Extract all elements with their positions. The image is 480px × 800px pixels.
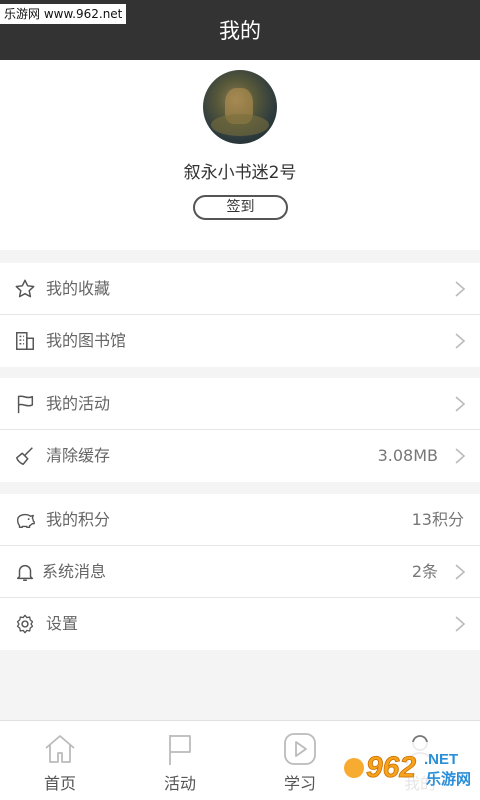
gear-icon: [16, 614, 34, 634]
chevron-right-icon: [455, 616, 466, 632]
profile-section: 叙永小书迷2号 签到: [0, 60, 480, 250]
building-icon: [16, 332, 34, 350]
menu-item-messages[interactable]: 系统消息 2条: [0, 546, 480, 598]
avatar[interactable]: [203, 70, 277, 144]
chevron-right-icon: [455, 564, 466, 580]
logo-suffix: .NET: [424, 751, 458, 768]
home-icon: [45, 735, 75, 763]
broom-icon: [16, 447, 33, 465]
username: 叙永小书迷2号: [183, 163, 297, 183]
menu-item-clear-cache[interactable]: 清除缓存 3.08MB: [0, 430, 480, 482]
bell-icon: [16, 564, 34, 581]
menu-group-1: 我的收藏 我的图书馆: [0, 263, 480, 367]
menu-group-3: 我的积分 13积分 系统消息 2条 设置: [0, 494, 480, 650]
menu-item-settings[interactable]: 设置: [0, 598, 480, 650]
menu-item-library[interactable]: 我的图书馆: [0, 315, 480, 367]
tab-label: 活动: [163, 774, 196, 793]
menu-item-label: 我的收藏: [46, 279, 111, 298]
chevron-right-icon: [455, 333, 466, 349]
flag-icon: [169, 735, 191, 765]
watermark-text: 乐游网 www.962.net: [0, 4, 127, 24]
menu-item-points[interactable]: 我的积分 13积分: [0, 494, 480, 546]
cache-size-value: 3.08MB: [377, 446, 438, 465]
tab-activity[interactable]: 活动: [120, 721, 240, 800]
menu-item-label: 我的活动: [46, 394, 111, 413]
logo-sub: 乐游网: [426, 770, 471, 788]
menu-group-2: 我的活动 清除缓存 3.08MB: [0, 378, 480, 482]
flag-icon: [17, 395, 34, 414]
points-value: 13积分: [411, 510, 464, 529]
logo-number: 962: [366, 751, 416, 784]
menu-item-label: 设置: [46, 614, 79, 633]
messages-count: 2条: [411, 562, 438, 581]
menu-item-favorites[interactable]: 我的收藏: [0, 263, 480, 315]
menu-item-label: 我的积分: [46, 510, 111, 529]
menu-item-label: 我的图书馆: [46, 331, 127, 350]
962-logo-watermark: 962 .NET 乐游网: [340, 742, 476, 794]
top-bar: 我的 乐游网 www.962.net: [0, 0, 480, 60]
signin-button[interactable]: 签到: [193, 195, 288, 220]
chevron-right-icon: [455, 448, 466, 464]
chevron-right-icon: [455, 281, 466, 297]
menu-item-label: 清除缓存: [46, 446, 111, 465]
menu-item-label: 系统消息: [42, 562, 107, 581]
piggy-bank-icon: [16, 513, 35, 529]
play-icon: [284, 733, 316, 765]
menu-item-activities[interactable]: 我的活动: [0, 378, 480, 430]
tab-label: 首页: [43, 774, 76, 793]
chevron-right-icon: [455, 396, 466, 412]
tab-home[interactable]: 首页: [0, 721, 120, 800]
star-icon: [15, 279, 35, 298]
